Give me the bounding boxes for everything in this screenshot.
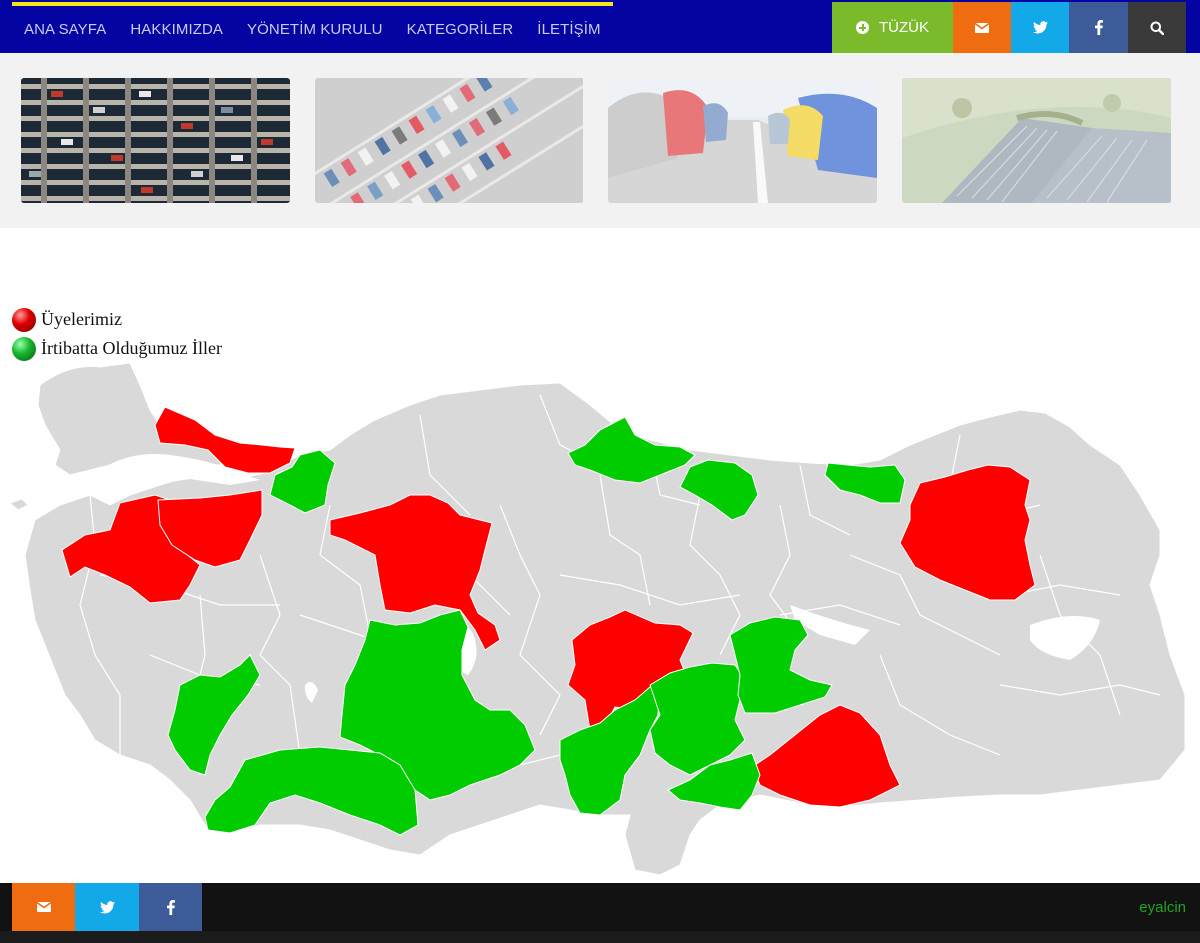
menu-item-about[interactable]: HAKKIMIZDA — [118, 21, 235, 38]
photo-parking-lot-aerial[interactable] — [315, 78, 584, 203]
red-ball-icon — [12, 307, 36, 332]
photo-strip — [0, 53, 1200, 228]
facebook-f-icon — [1094, 20, 1103, 35]
photo-parked-cars-row[interactable] — [608, 78, 877, 203]
os-taskbar-strip — [0, 931, 1200, 943]
tuzuk-label: TÜZÜK — [879, 19, 929, 36]
footer-facebook-button[interactable] — [139, 883, 202, 931]
top-navigation-bar: ANA SAYFA HAKKIMIZDA YÖNETİM KURULU KATE… — [0, 0, 1200, 53]
menu-item-categories[interactable]: KATEGORİLER — [395, 21, 526, 38]
search-button[interactable] — [1128, 2, 1186, 53]
footer-credit-link[interactable]: eyalcin — [1139, 899, 1186, 916]
envelope-icon — [36, 902, 51, 912]
footer-bar: eyalcin — [0, 883, 1200, 931]
plus-circle-icon — [856, 21, 869, 34]
footer-mail-button[interactable] — [12, 883, 75, 931]
magnifier-icon — [1150, 21, 1164, 35]
mail-button[interactable] — [953, 2, 1011, 53]
tuzuk-button[interactable]: TÜZÜK — [832, 2, 953, 53]
nav-action-buttons: TÜZÜK — [832, 2, 1186, 53]
twitter-button[interactable] — [1011, 2, 1069, 53]
facebook-f-icon — [166, 899, 175, 915]
legend-item-members: Üyelerimiz — [12, 305, 222, 334]
menu-item-contact[interactable]: İLETİŞİM — [525, 21, 612, 38]
facebook-button[interactable] — [1069, 2, 1128, 53]
main-menu: ANA SAYFA HAKKIMIZDA YÖNETİM KURULU KATE… — [12, 6, 613, 53]
twitter-bird-icon — [99, 900, 115, 913]
photo-multi-storey-car-park[interactable] — [21, 78, 290, 203]
twitter-bird-icon — [1032, 21, 1048, 34]
legend-members-label: Üyelerimiz — [41, 309, 122, 329]
turkey-provinces-map — [9, 362, 1186, 876]
footer-twitter-button[interactable] — [75, 883, 139, 931]
envelope-icon — [975, 22, 989, 33]
menu-item-home[interactable]: ANA SAYFA — [12, 21, 118, 38]
menu-item-board[interactable]: YÖNETİM KURULU — [235, 21, 395, 38]
photo-solar-field-aerial[interactable] — [902, 78, 1171, 203]
